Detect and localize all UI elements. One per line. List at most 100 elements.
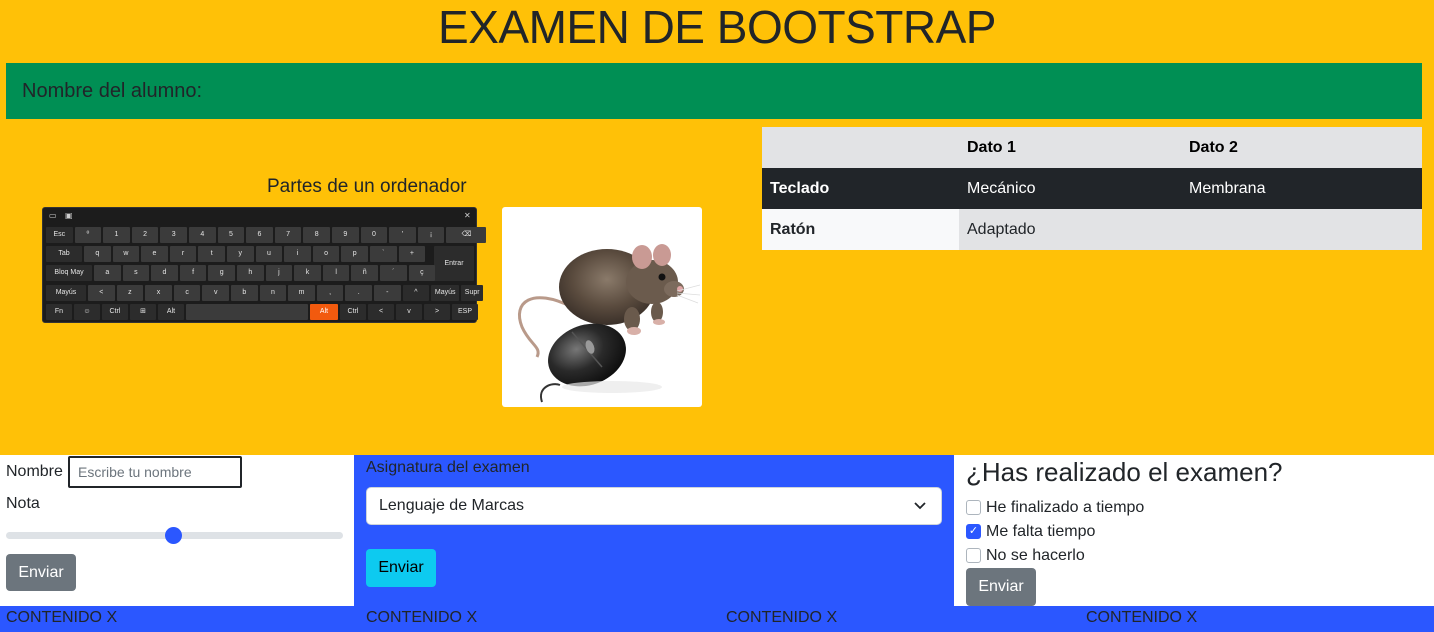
subject-select-value: Lenguaje de Marcas xyxy=(379,497,524,514)
student-name-label: Nombre del alumno: xyxy=(22,80,203,102)
keyboard-key: e xyxy=(141,246,168,262)
keyboard-key: s xyxy=(122,265,150,281)
keyboard-key: ¡ xyxy=(417,227,445,243)
keyboard-key: Alt xyxy=(310,304,338,320)
keyboard-key: k xyxy=(294,265,321,281)
keyboard-key: p xyxy=(341,246,368,262)
exam-question: ¿Has realizado el examen? xyxy=(966,457,1283,487)
keyboard-key: Mayús xyxy=(46,285,86,301)
submit-button-2[interactable]: Enviar xyxy=(366,549,436,587)
keyboard-key: ' xyxy=(389,227,416,243)
top-section: EXAMEN DE BOOTSTRAP Nombre del alumno: P… xyxy=(0,0,1434,455)
subject-select[interactable]: Lenguaje de Marcas xyxy=(366,487,942,525)
page-title: EXAMEN DE BOOTSTRAP xyxy=(438,1,996,53)
subject-label: Asignatura del examen xyxy=(366,459,530,476)
keyboard-key: v xyxy=(202,285,229,301)
keyboard-key: n xyxy=(259,285,287,301)
keyboard-key: Fn xyxy=(46,304,72,320)
keyboard-key: Ctrl xyxy=(340,304,366,320)
keyboard-key: q xyxy=(84,246,111,262)
keyboard-key: u xyxy=(255,246,283,262)
footer-item: CONTENIDO X xyxy=(366,609,478,626)
table-cell xyxy=(1181,209,1422,250)
exam-status-section: ¿Has realizado el examen? He finalizado … xyxy=(954,455,1434,606)
table-cell: Adaptado xyxy=(959,209,1181,250)
keyboard-key: , xyxy=(316,285,344,301)
table-header-cell: Dato 1 xyxy=(967,138,1016,156)
keyboard-settings-icon: ▭ xyxy=(49,211,57,220)
keyboard-key: r xyxy=(169,246,197,262)
table-header-cell: Dato 2 xyxy=(1189,138,1238,156)
keyboard-key: t xyxy=(198,246,225,262)
table-cell: Membrana xyxy=(1189,179,1266,197)
table-row: Ratón Adaptado xyxy=(762,209,1422,250)
keyboard-key: 7 xyxy=(274,227,302,243)
submit-button-3[interactable]: Enviar xyxy=(966,568,1036,606)
table-row-label: Teclado xyxy=(770,179,830,197)
student-form-section: Nombre Nota Enviar xyxy=(0,455,354,606)
keyboard-key: - xyxy=(374,285,401,301)
keyboard-key: Tab xyxy=(46,246,82,262)
keyboard-key: v xyxy=(396,304,422,320)
grade-label: Nota xyxy=(6,495,40,512)
keyboard-key: a xyxy=(94,265,121,281)
student-name-bar: Nombre del alumno: xyxy=(6,63,1422,119)
keyboard-key: 5 xyxy=(217,227,245,243)
keyboard-key: l xyxy=(322,265,350,281)
keyboard-key xyxy=(186,304,308,320)
keyboard-key: < xyxy=(88,285,115,301)
footer-item: CONTENIDO X xyxy=(1086,609,1198,626)
keyboard-key: j xyxy=(265,265,293,281)
keyboard-key: ñ xyxy=(351,265,378,281)
keyboard-key: Supr xyxy=(461,285,484,301)
hardware-subtitle: Partes de un ordenador xyxy=(267,176,467,197)
keyboard-key: ESP xyxy=(452,304,478,320)
keyboard-key: Esc xyxy=(46,227,73,243)
keyboard-key: 3 xyxy=(160,227,187,243)
keyboard-close-icon: ✕ xyxy=(464,211,471,220)
subject-form-section: Asignatura del examen Lenguaje de Marcas… xyxy=(354,455,954,606)
keyboard-key: 8 xyxy=(303,227,330,243)
keyboard-key: ` xyxy=(370,246,397,262)
keyboard-key: m xyxy=(288,285,315,301)
checkbox[interactable] xyxy=(966,548,981,563)
checkbox-checked[interactable]: ✓ xyxy=(966,524,981,539)
name-input[interactable] xyxy=(68,456,242,488)
footer-item: CONTENIDO X xyxy=(726,609,838,626)
keyboard-key: ç xyxy=(408,265,436,281)
grade-slider-thumb[interactable] xyxy=(165,527,182,544)
rat-with-mouse-image xyxy=(502,207,702,407)
keyboard-key: Alt xyxy=(158,304,184,320)
keyboard-key: Ctrl xyxy=(102,304,128,320)
checkbox-label: No se hacerlo xyxy=(986,547,1085,564)
keyboard-key: 9 xyxy=(332,227,359,243)
keyboard-key: x xyxy=(145,285,172,301)
keyboard-key: y xyxy=(227,246,254,262)
keyboard-key: º xyxy=(74,227,102,243)
keyboard-titlebar: ▭ ▣ ✕ xyxy=(43,208,476,224)
checkbox[interactable] xyxy=(966,500,981,515)
keyboard-key: h xyxy=(237,265,264,281)
table-cell: Mecánico xyxy=(967,179,1036,197)
keyboard-key: 0 xyxy=(360,227,388,243)
table-row: Teclado Mecánico Membrana xyxy=(762,168,1422,209)
onscreen-keyboard-image: ▭ ▣ ✕ Esc º 1 2 3 4 5 6 7 8 9 0 ' ¡ ⌫ Tab q w e r t y u i o p ` + En… xyxy=(42,207,487,323)
rat-mouse-illustration xyxy=(518,244,701,403)
keyboard-key: c xyxy=(173,285,201,301)
chevron-down-icon xyxy=(913,488,927,538)
keyboard-key: w xyxy=(112,246,140,262)
submit-button-1[interactable]: Enviar xyxy=(6,554,76,591)
keyboard-key: . xyxy=(345,285,372,301)
checkbox-label: Me falta tiempo xyxy=(986,523,1096,540)
keyboard-key: b xyxy=(231,285,258,301)
keyboard-key: 1 xyxy=(103,227,130,243)
keyboard-key: ⊞ xyxy=(130,304,156,320)
keyboard-enter-key: Entrar xyxy=(434,246,474,281)
table-header-row: Dato 1 Dato 2 xyxy=(762,127,1422,168)
checkbox-label: He finalizado a tiempo xyxy=(986,499,1145,516)
keyboard-key: z xyxy=(116,285,144,301)
keyboard-key: 2 xyxy=(131,227,159,243)
keyboard-key: Mayús xyxy=(431,285,460,301)
keyboard-key: < xyxy=(368,304,394,320)
keyboard-key: i xyxy=(284,246,311,262)
